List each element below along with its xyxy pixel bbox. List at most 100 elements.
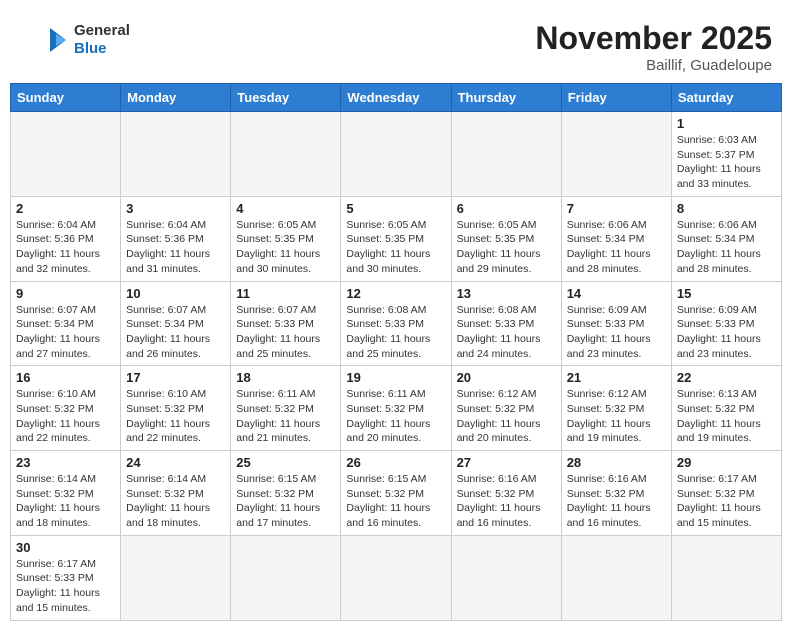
calendar-cell: 12 Sunrise: 6:08 AMSunset: 5:33 PMDayligh… [341, 281, 451, 366]
day-number: 7 [567, 201, 666, 216]
day-number: 29 [677, 455, 776, 470]
day-number: 12 [346, 286, 445, 301]
weekday-header-row: SundayMondayTuesdayWednesdayThursdayFrid… [11, 84, 782, 112]
calendar-cell [451, 535, 561, 620]
calendar-cell: 25 Sunrise: 6:15 AMSunset: 5:32 PMDayligh… [231, 451, 341, 536]
calendar-cell [121, 112, 231, 197]
day-info: Sunrise: 6:15 AMSunset: 5:32 PMDaylight:… [346, 472, 445, 531]
day-number: 18 [236, 370, 335, 385]
day-number: 1 [677, 116, 776, 131]
day-info: Sunrise: 6:11 AMSunset: 5:32 PMDaylight:… [236, 387, 335, 446]
day-info: Sunrise: 6:10 AMSunset: 5:32 PMDaylight:… [16, 387, 115, 446]
day-number: 6 [457, 201, 556, 216]
calendar-cell: 30Sunrise: 6:17 AMSunset: 5:33 PMDayligh… [11, 535, 121, 620]
day-number: 17 [126, 370, 225, 385]
weekday-header-tuesday: Tuesday [231, 84, 341, 112]
day-info: Sunrise: 6:08 AMSunset: 5:33 PMDaylight:… [346, 303, 445, 362]
calendar-cell [341, 535, 451, 620]
day-number: 14 [567, 286, 666, 301]
calendar-cell [561, 112, 671, 197]
page-header: General Blue November 2025 Baillif, Guad… [10, 10, 782, 79]
day-info: Sunrise: 6:07 AMSunset: 5:34 PMDaylight:… [126, 303, 225, 362]
day-info: Sunrise: 6:05 AMSunset: 5:35 PMDaylight:… [346, 218, 445, 277]
day-info: Sunrise: 6:15 AMSunset: 5:32 PMDaylight:… [236, 472, 335, 531]
week-row-4: 16 Sunrise: 6:10 AMSunset: 5:32 PMDayligh… [11, 366, 782, 451]
logo-blue-text: Blue [74, 40, 107, 57]
day-number: 15 [677, 286, 776, 301]
weekday-header-sunday: Sunday [11, 84, 121, 112]
generalblue-logo-icon [20, 20, 70, 60]
calendar-cell [451, 112, 561, 197]
day-number: 10 [126, 286, 225, 301]
day-number: 28 [567, 455, 666, 470]
day-info: Sunrise: 6:12 AMSunset: 5:32 PMDaylight:… [457, 387, 556, 446]
calendar-cell: 29 Sunrise: 6:17 AMSunset: 5:32 PMDayligh… [671, 451, 781, 536]
calendar-cell: 15 Sunrise: 6:09 AMSunset: 5:33 PMDayligh… [671, 281, 781, 366]
calendar-table: SundayMondayTuesdayWednesdayThursdayFrid… [10, 83, 782, 621]
calendar-cell: 26 Sunrise: 6:15 AMSunset: 5:32 PMDayligh… [341, 451, 451, 536]
day-number: 26 [346, 455, 445, 470]
calendar-cell: 21 Sunrise: 6:12 AMSunset: 5:32 PMDayligh… [561, 366, 671, 451]
calendar-cell: 5 Sunrise: 6:05 AMSunset: 5:35 PMDaylight… [341, 196, 451, 281]
day-number: 9 [16, 286, 115, 301]
day-info: Sunrise: 6:07 AMSunset: 5:33 PMDaylight:… [236, 303, 335, 362]
calendar-cell: 27Sunrise: 6:16 AMSunset: 5:32 PMDayligh… [451, 451, 561, 536]
day-info: Sunrise: 6:16 AMSunset: 5:32 PMDaylight:… [567, 472, 666, 531]
day-info: Sunrise: 6:05 AMSunset: 5:35 PMDaylight:… [236, 218, 335, 277]
calendar-cell: 18 Sunrise: 6:11 AMSunset: 5:32 PMDayligh… [231, 366, 341, 451]
day-info: Sunrise: 6:12 AMSunset: 5:32 PMDaylight:… [567, 387, 666, 446]
day-info: Sunrise: 6:04 AMSunset: 5:36 PMDaylight:… [126, 218, 225, 277]
weekday-header-saturday: Saturday [671, 84, 781, 112]
calendar-cell: 2Sunrise: 6:04 AMSunset: 5:36 PMDaylight… [11, 196, 121, 281]
calendar-cell: 11 Sunrise: 6:07 AMSunset: 5:33 PMDayligh… [231, 281, 341, 366]
calendar-cell [11, 112, 121, 197]
day-info: Sunrise: 6:13 AMSunset: 5:32 PMDaylight:… [677, 387, 776, 446]
calendar-cell [561, 535, 671, 620]
day-number: 8 [677, 201, 776, 216]
calendar-cell: 28 Sunrise: 6:16 AMSunset: 5:32 PMDayligh… [561, 451, 671, 536]
day-info: Sunrise: 6:08 AMSunset: 5:33 PMDaylight:… [457, 303, 556, 362]
day-info: Sunrise: 6:09 AMSunset: 5:33 PMDaylight:… [677, 303, 776, 362]
calendar-cell: 3 Sunrise: 6:04 AMSunset: 5:36 PMDaylight… [121, 196, 231, 281]
title-block: November 2025 Baillif, Guadeloupe [535, 20, 772, 74]
calendar-cell: 23Sunrise: 6:14 AMSunset: 5:32 PMDayligh… [11, 451, 121, 536]
calendar-cell [121, 535, 231, 620]
calendar-cell: 17 Sunrise: 6:10 AMSunset: 5:32 PMDayligh… [121, 366, 231, 451]
location-subtitle: Baillif, Guadeloupe [535, 57, 772, 74]
calendar-cell: 4 Sunrise: 6:05 AMSunset: 5:35 PMDaylight… [231, 196, 341, 281]
day-info: Sunrise: 6:03 AMSunset: 5:37 PMDaylight:… [677, 133, 776, 192]
day-number: 21 [567, 370, 666, 385]
month-title: November 2025 [535, 20, 772, 57]
calendar-cell: 9 Sunrise: 6:07 AMSunset: 5:34 PMDaylight… [11, 281, 121, 366]
day-number: 13 [457, 286, 556, 301]
day-number: 3 [126, 201, 225, 216]
calendar-cell: 20Sunrise: 6:12 AMSunset: 5:32 PMDayligh… [451, 366, 561, 451]
day-info: Sunrise: 6:11 AMSunset: 5:32 PMDaylight:… [346, 387, 445, 446]
calendar-cell: 13 Sunrise: 6:08 AMSunset: 5:33 PMDayligh… [451, 281, 561, 366]
calendar-cell: 8 Sunrise: 6:06 AMSunset: 5:34 PMDaylight… [671, 196, 781, 281]
calendar-cell: 1 Sunrise: 6:03 AMSunset: 5:37 PMDaylight… [671, 112, 781, 197]
calendar-cell: 14Sunrise: 6:09 AMSunset: 5:33 PMDayligh… [561, 281, 671, 366]
day-number: 16 [16, 370, 115, 385]
day-info: Sunrise: 6:14 AMSunset: 5:32 PMDaylight:… [16, 472, 115, 531]
day-info: Sunrise: 6:05 AMSunset: 5:35 PMDaylight:… [457, 218, 556, 277]
calendar-cell [341, 112, 451, 197]
day-number: 5 [346, 201, 445, 216]
weekday-header-thursday: Thursday [451, 84, 561, 112]
day-info: Sunrise: 6:07 AMSunset: 5:34 PMDaylight:… [16, 303, 115, 362]
calendar-cell [231, 535, 341, 620]
logo: General Blue [20, 20, 130, 60]
calendar-cell: 24Sunrise: 6:14 AMSunset: 5:32 PMDayligh… [121, 451, 231, 536]
day-info: Sunrise: 6:17 AMSunset: 5:32 PMDaylight:… [677, 472, 776, 531]
day-number: 11 [236, 286, 335, 301]
day-info: Sunrise: 6:06 AMSunset: 5:34 PMDaylight:… [677, 218, 776, 277]
day-number: 22 [677, 370, 776, 385]
day-number: 4 [236, 201, 335, 216]
day-info: Sunrise: 6:10 AMSunset: 5:32 PMDaylight:… [126, 387, 225, 446]
calendar-cell: 16 Sunrise: 6:10 AMSunset: 5:32 PMDayligh… [11, 366, 121, 451]
day-number: 27 [457, 455, 556, 470]
calendar-cell [231, 112, 341, 197]
day-number: 2 [16, 201, 115, 216]
logo-general-text: General [74, 22, 130, 39]
day-number: 25 [236, 455, 335, 470]
